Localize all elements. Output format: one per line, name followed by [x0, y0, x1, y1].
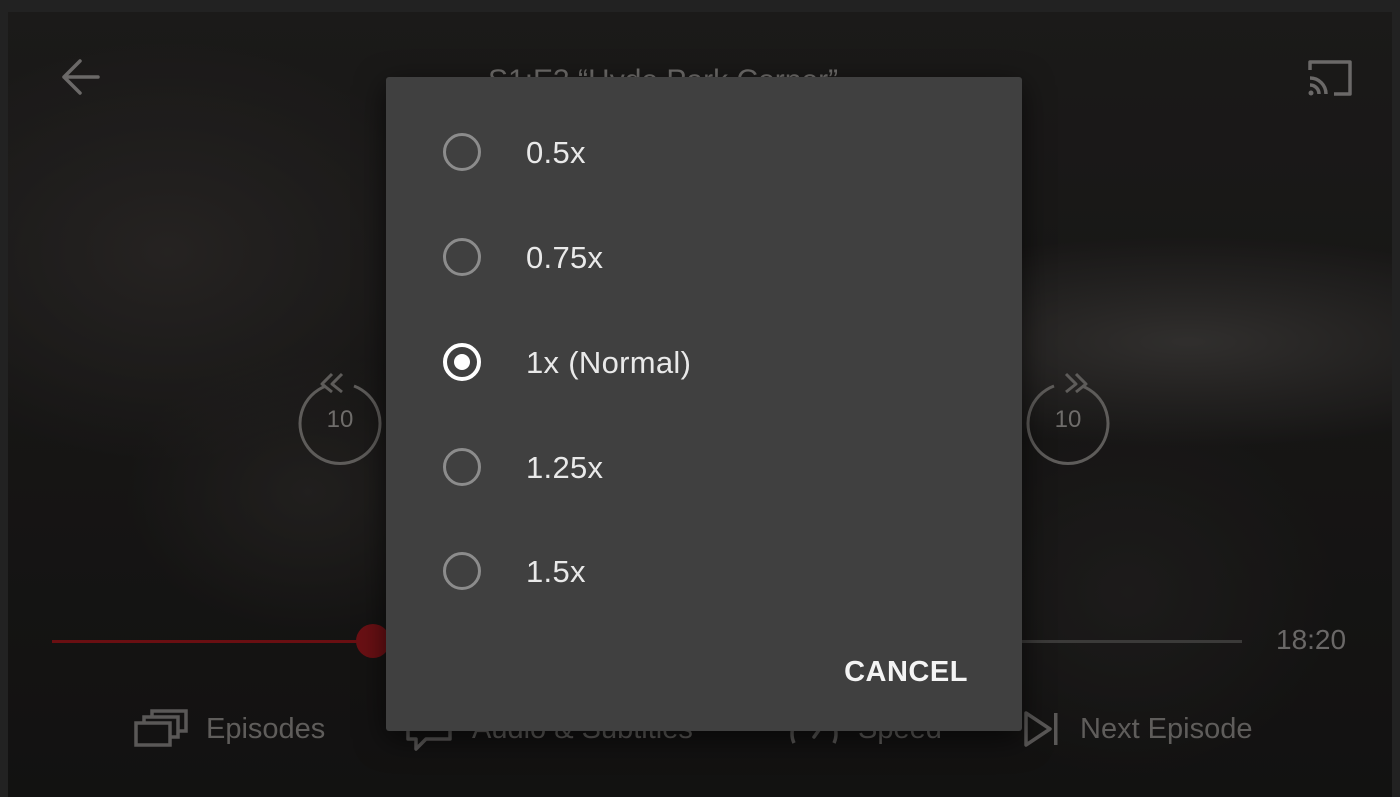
radio-button[interactable] — [443, 448, 481, 486]
next-episode-button[interactable]: Next Episode — [1022, 704, 1253, 754]
back-arrow-icon[interactable] — [58, 57, 102, 97]
speed-option-0.75x[interactable]: 0.75x — [386, 198, 1022, 294]
radio-button[interactable] — [443, 238, 481, 276]
forward-10-button[interactable]: 10 — [1026, 364, 1122, 468]
time-remaining: 18:20 — [1276, 624, 1347, 655]
next-episode-icon — [1024, 711, 1058, 747]
speed-option-label: 1.25x — [526, 450, 604, 485]
speed-option-label: 0.5x — [526, 135, 586, 170]
replay-10-label: 10 — [326, 406, 354, 433]
radio-button[interactable] — [443, 133, 481, 171]
episodes-label: Episodes — [206, 712, 326, 745]
radio-button[interactable] — [443, 552, 481, 590]
progress-fill — [52, 640, 373, 643]
speed-option-label: 1x (Normal) — [526, 345, 692, 380]
next-episode-label: Next Episode — [1080, 712, 1253, 745]
speed-option-1x-normal[interactable]: 1x (Normal) — [386, 303, 1022, 399]
cancel-button[interactable]: CANCEL — [826, 650, 986, 694]
playback-speed-dialog: 0.5x 0.75x 1x (Normal) 1.25x 1.5x CANCEL — [386, 77, 1022, 731]
video-player-frame: S1:E3 “Hyde Park Corner” 10 10 — [0, 0, 1400, 797]
radio-button-selected[interactable] — [443, 343, 481, 381]
speed-option-0.5x[interactable]: 0.5x — [386, 93, 1022, 189]
progress-scrubber[interactable] — [356, 624, 390, 658]
replay-10-button[interactable]: 10 — [298, 364, 394, 468]
cast-icon[interactable] — [1304, 56, 1356, 100]
speed-option-1.5x[interactable]: 1.5x — [386, 512, 1022, 608]
speed-option-label: 1.5x — [526, 554, 586, 589]
episodes-button[interactable]: Episodes — [134, 704, 325, 754]
episodes-icon — [134, 709, 188, 747]
speed-option-label: 0.75x — [526, 240, 604, 275]
forward-10-label: 10 — [1054, 406, 1082, 433]
speed-option-1.25x[interactable]: 1.25x — [386, 408, 1022, 504]
